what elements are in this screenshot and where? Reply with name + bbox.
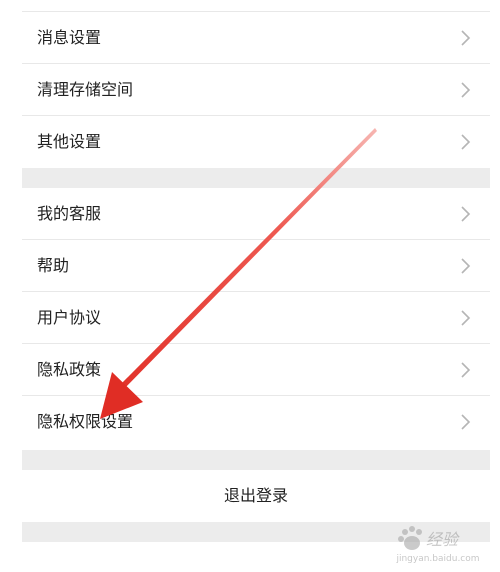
row-label: 消息设置	[37, 28, 102, 47]
chevron-right-icon	[460, 29, 472, 47]
row-label: 隐私权限设置	[37, 412, 134, 431]
paw-logo-icon	[398, 526, 422, 550]
settings-row-privacy-permission-settings[interactable]: 隐私权限设置	[22, 396, 490, 450]
settings-screen: 消息设置 清理存储空间 其他设置 我的客服 帮助 用户协议 隐私政策 隐私权限设…	[0, 0, 500, 572]
logout-section: 退出登录	[22, 470, 490, 522]
chevron-right-icon	[460, 361, 472, 379]
settings-group-support: 我的客服 帮助 用户协议 隐私政策 隐私权限设置	[22, 188, 490, 450]
chevron-right-icon	[460, 81, 472, 99]
baidu-jingyan-watermark: 经验 jingyan.baidu.com	[390, 520, 486, 564]
logout-button[interactable]: 退出登录	[22, 470, 490, 522]
row-label: 隐私政策	[37, 360, 102, 379]
chevron-right-icon	[460, 309, 472, 327]
chevron-right-icon	[460, 257, 472, 275]
settings-row-my-customer-service[interactable]: 我的客服	[22, 188, 490, 240]
settings-row-clear-storage[interactable]: 清理存储空间	[22, 64, 490, 116]
row-label: 用户协议	[37, 308, 102, 327]
row-label: 帮助	[37, 256, 70, 275]
settings-group-general: 消息设置 清理存储空间 其他设置	[22, 0, 490, 168]
watermark-url: jingyan.baidu.com	[396, 554, 480, 564]
chevron-right-icon	[460, 205, 472, 223]
settings-row-user-agreement[interactable]: 用户协议	[22, 292, 490, 344]
row-label: 清理存储空间	[37, 80, 134, 99]
watermark-text: 经验	[426, 530, 459, 549]
chevron-right-icon	[460, 133, 472, 151]
settings-row-privacy-policy[interactable]: 隐私政策	[22, 344, 490, 396]
settings-row-message-settings[interactable]: 消息设置	[22, 12, 490, 64]
row-label: 其他设置	[37, 132, 102, 151]
row-label: 我的客服	[37, 204, 102, 223]
settings-row-other-settings[interactable]: 其他设置	[22, 116, 490, 168]
settings-row-help[interactable]: 帮助	[22, 240, 490, 292]
chevron-right-icon	[460, 413, 472, 431]
